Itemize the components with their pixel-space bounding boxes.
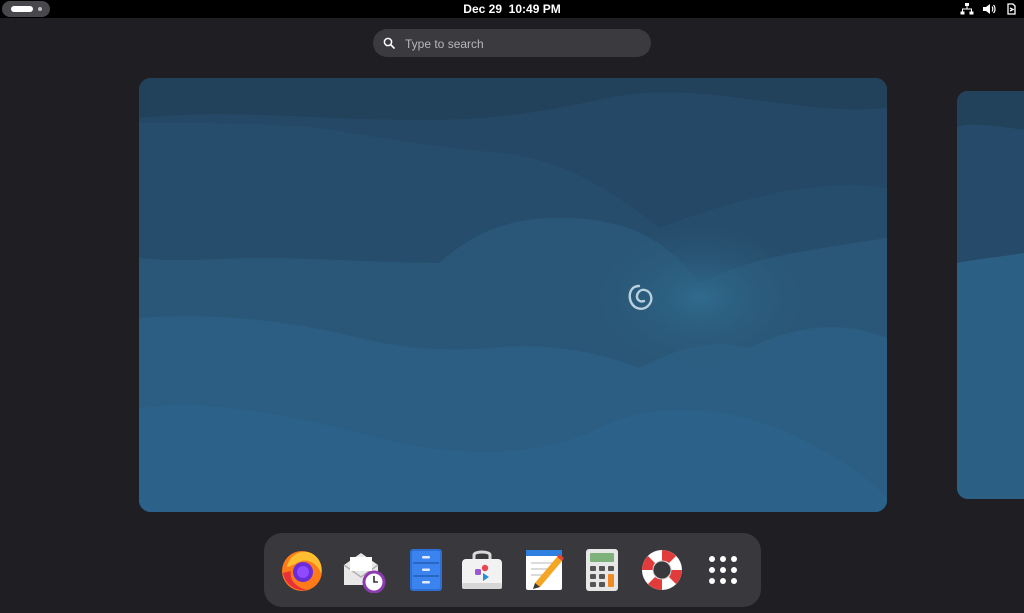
search-field[interactable]	[373, 29, 651, 57]
debian-swirl-wallpaper	[139, 78, 887, 512]
dash-app-text-editor[interactable]	[521, 547, 567, 593]
dash-app-software[interactable]	[459, 547, 505, 593]
clock-date[interactable]: Dec 29	[463, 2, 502, 16]
dash-app-calculator[interactable]	[579, 547, 625, 593]
power-icon[interactable]	[1004, 2, 1018, 16]
activities-pill-icon	[11, 6, 33, 12]
search-input[interactable]	[403, 33, 642, 55]
software-bag-icon	[462, 550, 502, 589]
dash-app-firefox[interactable]	[279, 547, 325, 593]
clock: Dec 29 10:49 PM	[0, 0, 1024, 18]
volume-icon[interactable]	[982, 2, 996, 16]
workspace-dot-icon	[38, 7, 42, 11]
network-wired-icon[interactable]	[960, 2, 974, 16]
search-icon	[383, 37, 395, 49]
files-cabinet-icon	[410, 549, 442, 591]
workspace-thumbnail-next[interactable]	[957, 91, 1024, 499]
lifebuoy-help-icon	[642, 550, 682, 590]
workspace-thumbnail-current[interactable]	[139, 78, 887, 512]
firefox-icon	[282, 551, 322, 591]
show-applications-button[interactable]	[700, 547, 746, 593]
dash-app-files[interactable]	[403, 547, 449, 593]
calculator-icon	[586, 549, 618, 591]
dash	[264, 533, 761, 607]
evolution-mail-clock-icon	[343, 553, 386, 593]
clock-time[interactable]: 10:49 PM	[509, 2, 561, 16]
text-editor-icon	[526, 550, 564, 590]
dash-app-evolution[interactable]	[341, 547, 387, 593]
debian-wallpaper-partial	[957, 91, 1024, 499]
app-grid-icon	[709, 556, 737, 584]
dash-app-help[interactable]	[639, 547, 685, 593]
system-tray[interactable]	[960, 2, 1018, 16]
top-bar: Dec 29 10:49 PM	[0, 0, 1024, 18]
activities-button[interactable]	[2, 1, 50, 17]
